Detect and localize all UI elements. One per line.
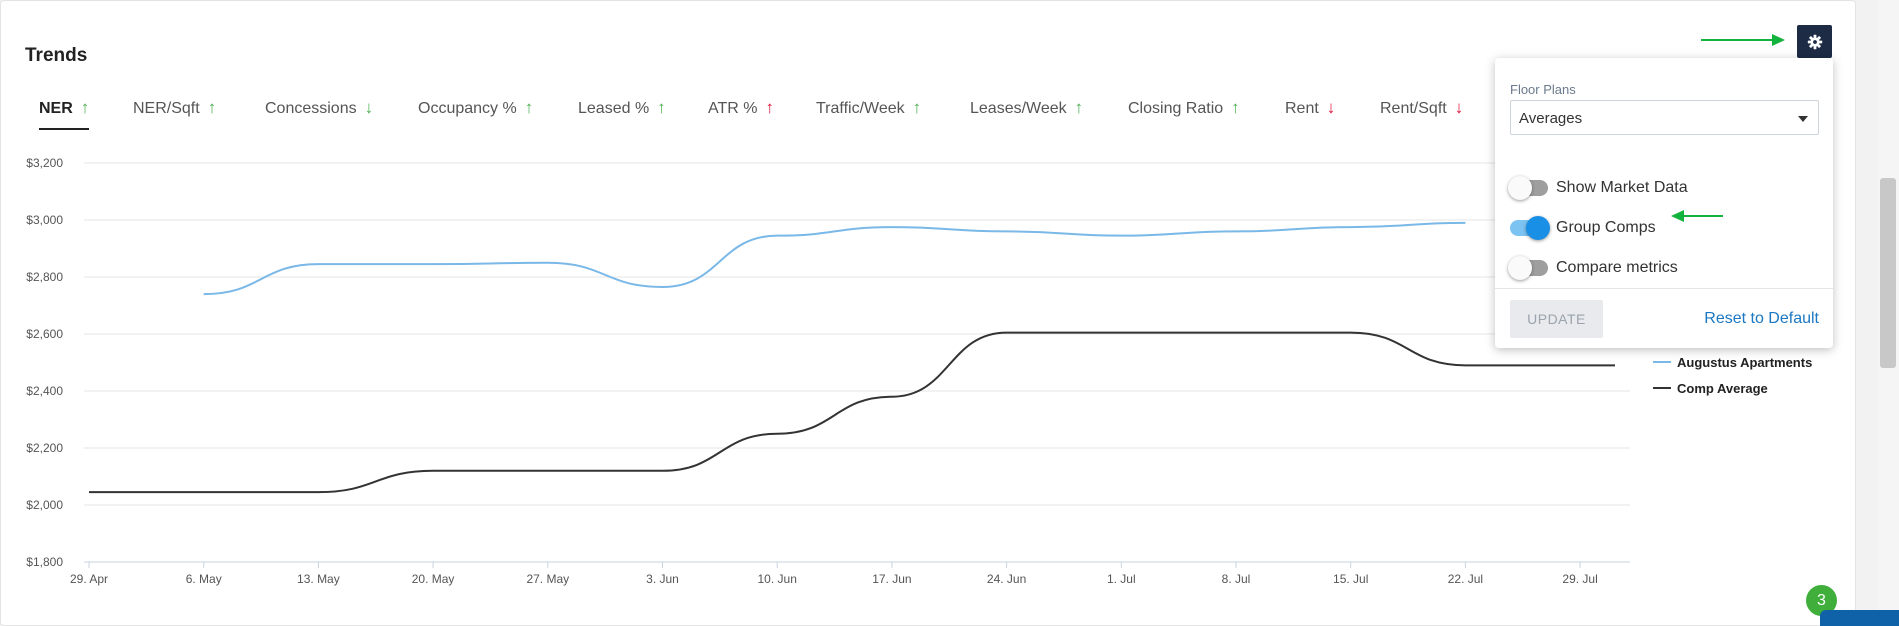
y-tick-label: $3,000 [26,213,63,227]
y-tick-label: $3,200 [26,156,63,170]
y-tick-label: $1,800 [26,555,63,569]
x-tick-label: 27. May [526,572,569,586]
x-tick-label: 6. May [186,572,222,586]
group-comps-toggle[interactable] [1510,216,1550,240]
x-tick-label: 17. Jun [872,572,911,586]
x-tick-label: 29. Apr [70,572,108,586]
gear-icon [1807,34,1822,49]
compare-metrics-toggle[interactable] [1508,256,1548,280]
legend-item-label[interactable]: Comp Average [1677,381,1768,396]
y-tick-label: $2,200 [26,441,63,455]
reset-to-default-link[interactable]: Reset to Default [1704,310,1819,328]
x-tick-label: 8. Jul [1222,572,1251,586]
series-line-augustus-apartments[interactable] [203,221,1466,296]
x-tick-label: 1. Jul [1107,572,1136,586]
group-comps-label: Group Comps [1556,219,1656,236]
x-tick-label: 15. Jul [1333,572,1368,586]
y-tick-label: $2,000 [26,498,63,512]
series-line-comp-average[interactable] [89,331,1615,494]
show-market-data-label: Show Market Data [1556,179,1688,196]
page-scrollbar-thumb[interactable] [1880,178,1896,368]
x-tick-label: 29. Jul [1562,572,1597,586]
toggle-row-group-comps[interactable]: Group Comps [1510,215,1656,241]
floor-plans-select[interactable]: Averages [1510,100,1819,135]
toggle-row-show-market-data[interactable]: Show Market Data [1508,175,1688,201]
legend-item-label[interactable]: Augustus Apartments [1677,355,1812,370]
y-tick-label: $2,800 [26,270,63,284]
toggle-knob [1508,256,1532,280]
toggle-knob [1526,216,1550,240]
panel-divider [1495,288,1833,289]
compare-metrics-label: Compare metrics [1556,259,1678,276]
floor-plans-value: Averages [1519,110,1583,127]
x-tick-label: 22. Jul [1448,572,1483,586]
floor-plans-label: Floor Plans [1510,82,1576,97]
chart-settings-panel: Floor Plans Averages Show Market Data Gr… [1495,58,1833,348]
toggle-row-compare-metrics[interactable]: Compare metrics [1508,255,1678,281]
x-tick-label: 10. Jun [758,572,797,586]
annotation-arrowhead-gear [1772,34,1785,46]
x-tick-label: 13. May [297,572,340,586]
x-tick-label: 20. May [412,572,455,586]
update-button[interactable]: UPDATE [1510,300,1603,338]
y-tick-label: $2,600 [26,327,63,341]
x-tick-label: 3. Jun [646,572,679,586]
settings-gear-button[interactable] [1797,25,1832,58]
y-tick-label: $2,400 [26,384,63,398]
toggle-knob [1508,176,1532,200]
x-tick-label: 24. Jun [987,572,1026,586]
caret-down-icon [1798,116,1808,122]
show-market-data-toggle[interactable] [1508,176,1548,200]
chat-widget-button[interactable] [1820,610,1899,626]
